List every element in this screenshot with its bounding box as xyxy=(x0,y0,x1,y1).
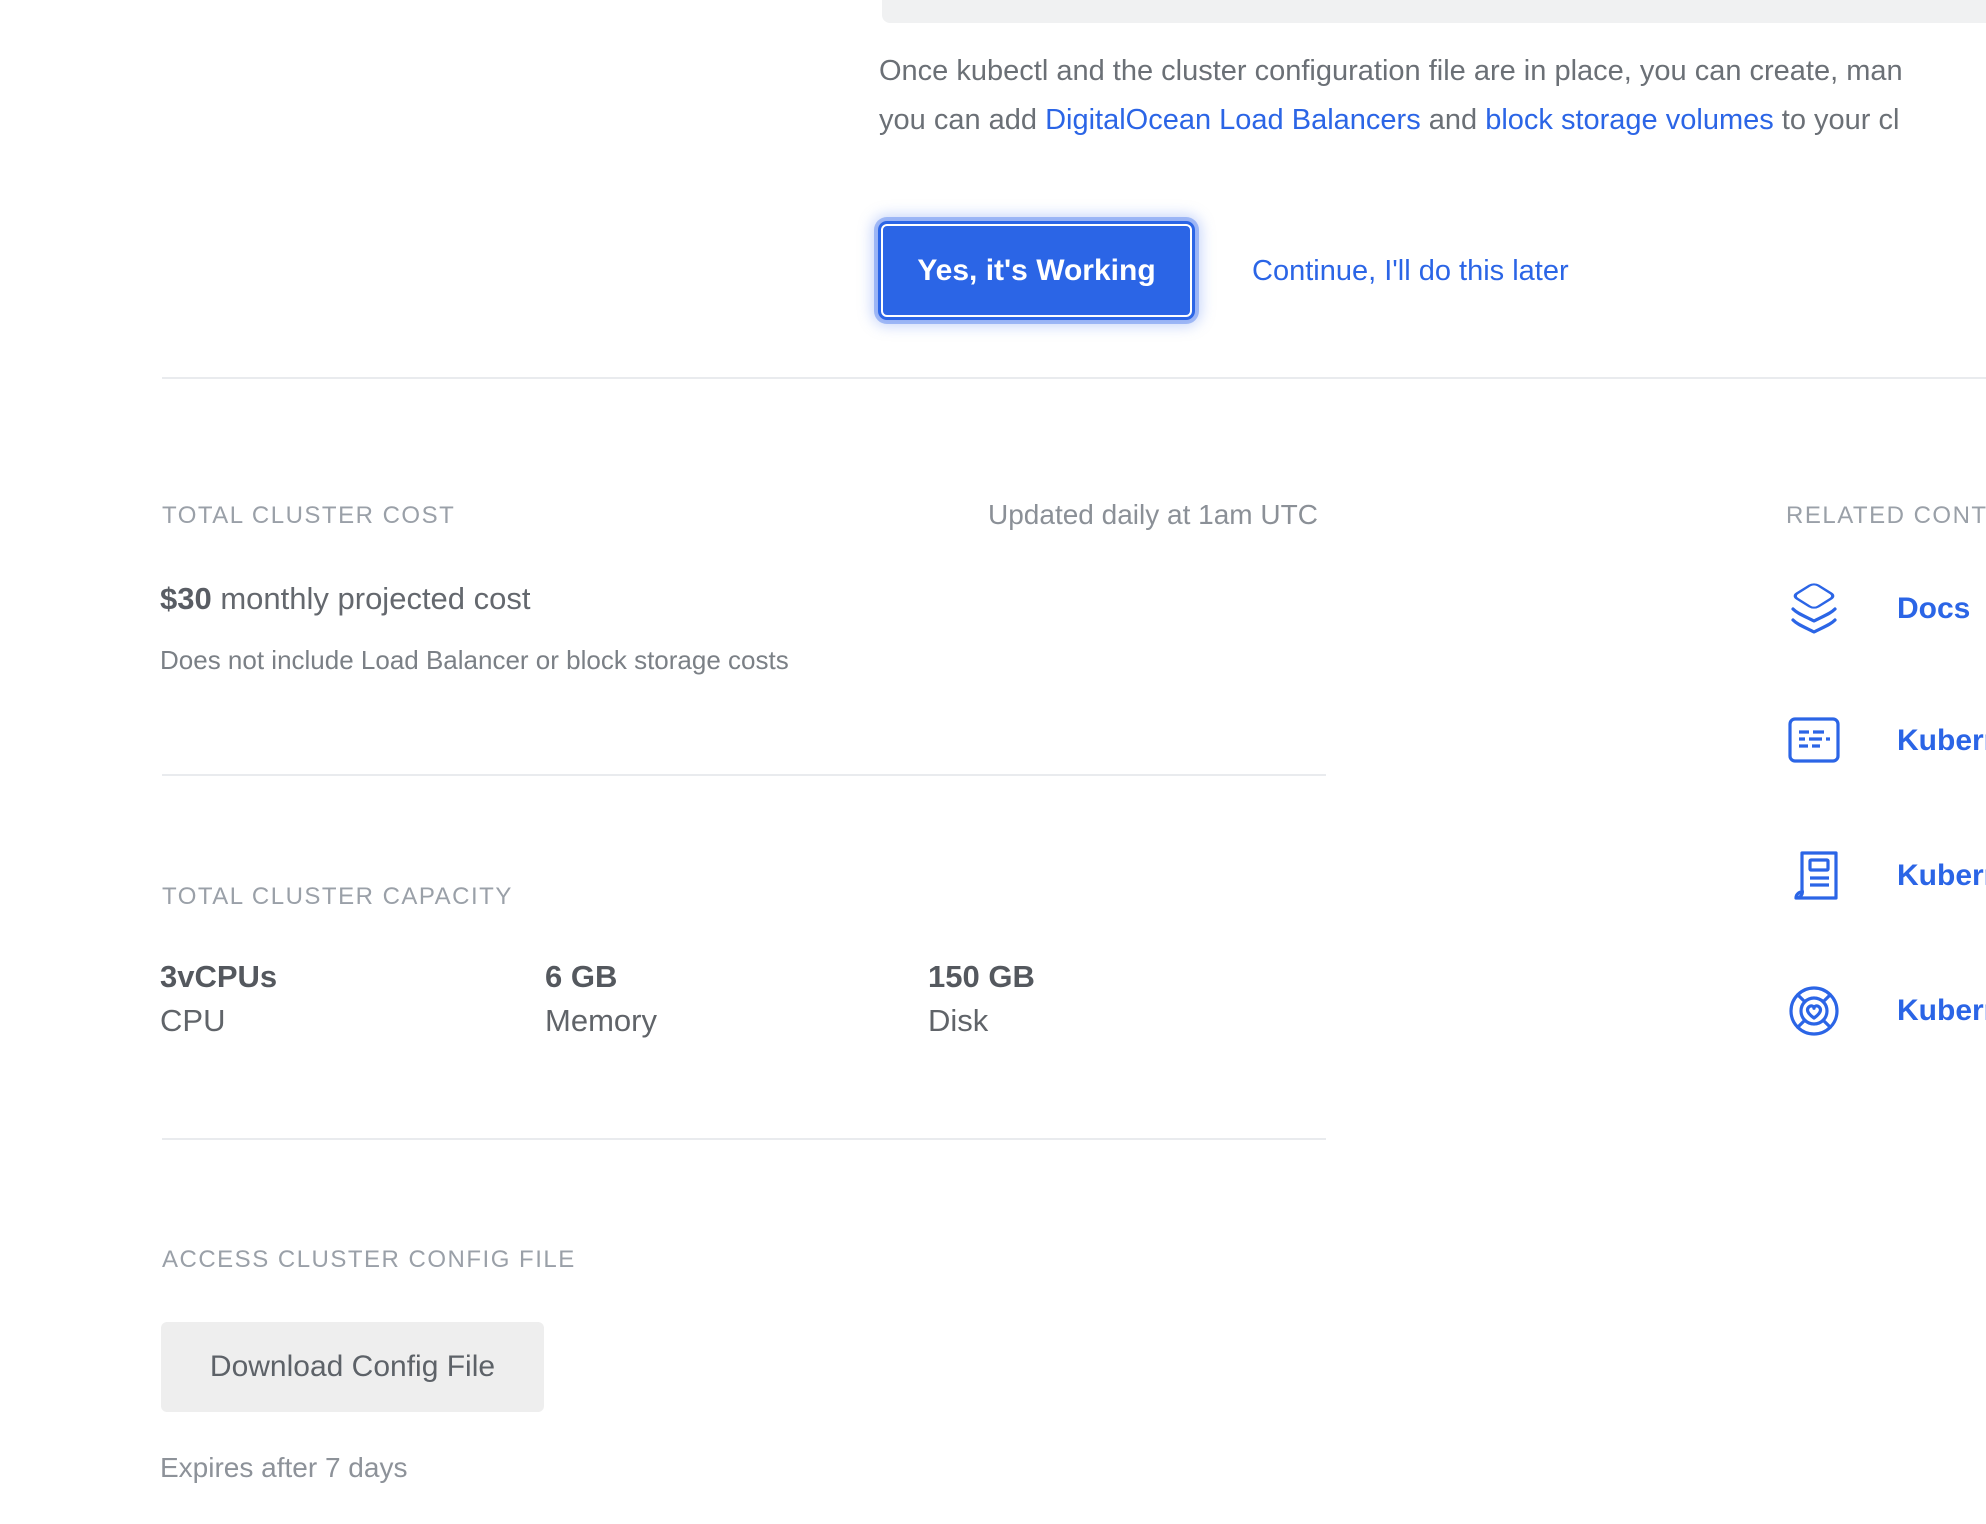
related-item-label[interactable]: Kubern xyxy=(1897,724,1986,758)
guide-card-icon xyxy=(1786,711,1842,771)
intro-line2-suffix: to your cl xyxy=(1774,104,1900,136)
related-item-docs[interactable]: Docs xyxy=(1786,579,1986,639)
config-section-header: ACCESS CLUSTER CONFIG FILE xyxy=(162,1246,576,1274)
section-divider xyxy=(162,377,1986,379)
intro-line-2: you can add DigitalOcean Load Balancers … xyxy=(879,96,1903,145)
kubernetes-getting-started-page: { "colors": { "accent_blue": "#2b65e6", … xyxy=(0,0,1986,1524)
cost-exclusion-note: Does not include Load Balancer or block … xyxy=(160,645,789,676)
cost-amount-suffix: monthly projected cost xyxy=(212,581,531,616)
cpu-value: 3vCPUs xyxy=(160,955,277,999)
config-expiry-note: Expires after 7 days xyxy=(160,1452,407,1484)
related-content-header: RELATED CONT xyxy=(1786,502,1986,530)
load-balancers-link[interactable]: DigitalOcean Load Balancers xyxy=(1045,104,1421,136)
capacity-disk: 150 GB Disk xyxy=(928,955,1035,1043)
memory-value: 6 GB xyxy=(545,955,657,999)
intro-line2-prefix: you can add xyxy=(879,104,1045,136)
code-snippet-bottom-edge xyxy=(882,0,1986,23)
download-config-file-button[interactable]: Download Config File xyxy=(161,1322,544,1412)
related-item-label[interactable]: Kubern xyxy=(1897,994,1986,1028)
news-icon xyxy=(1786,846,1842,906)
intro-line-1: Once kubectl and the cluster configurati… xyxy=(879,47,1903,96)
capacity-cpu: 3vCPUs CPU xyxy=(160,955,277,1043)
related-item-label[interactable]: Kubern xyxy=(1897,859,1986,893)
related-item-label[interactable]: Docs xyxy=(1897,592,1970,626)
related-item-guide[interactable]: Kubern xyxy=(1786,711,1986,771)
section-divider xyxy=(162,1138,1326,1140)
cpu-label: CPU xyxy=(160,999,277,1043)
docs-stack-icon xyxy=(1786,579,1842,639)
block-storage-link[interactable]: block storage volumes xyxy=(1485,104,1774,136)
cost-amount: $30 xyxy=(160,581,212,616)
capacity-section-header: TOTAL CLUSTER CAPACITY xyxy=(162,883,513,911)
related-item-news[interactable]: Kubern xyxy=(1786,846,1986,906)
support-lifebuoy-icon xyxy=(1786,981,1842,1041)
disk-label: Disk xyxy=(928,999,1035,1043)
memory-label: Memory xyxy=(545,999,657,1043)
continue-later-link[interactable]: Continue, I'll do this later xyxy=(1252,247,1569,295)
cost-updated-note: Updated daily at 1am UTC xyxy=(988,499,1318,531)
projected-cost: $30 monthly projected cost xyxy=(160,581,531,617)
related-item-support[interactable]: Kubern xyxy=(1786,981,1986,1041)
intro-line2-mid: and xyxy=(1421,104,1486,136)
disk-value: 150 GB xyxy=(928,955,1035,999)
cost-section-header: TOTAL CLUSTER COST xyxy=(162,502,455,530)
capacity-memory: 6 GB Memory xyxy=(545,955,657,1043)
section-divider xyxy=(162,774,1326,776)
yes-its-working-button[interactable]: Yes, it's Working xyxy=(878,221,1195,320)
intro-paragraph: Once kubectl and the cluster configurati… xyxy=(879,47,1903,145)
